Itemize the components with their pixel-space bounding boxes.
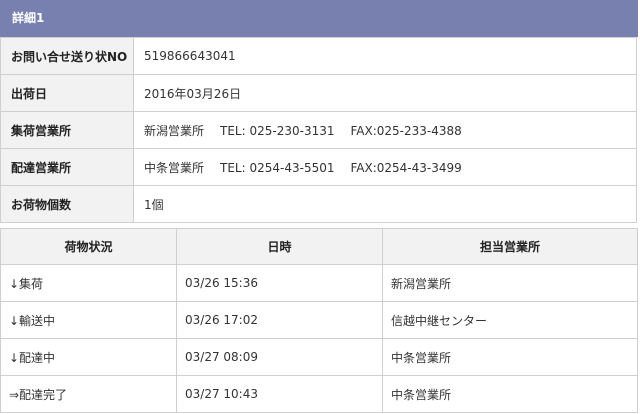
pickup-office-tel: TEL: 025-230-3131 — [220, 123, 335, 138]
table-row: ⇒配達完了 03/27 10:43 中条営業所 — [0, 375, 638, 413]
datetime-cell: 03/26 15:36 — [176, 264, 383, 302]
detail-row-delivery-office: 配達営業所 中条営業所 TEL: 0254-43-5501 FAX:0254-43-… — [0, 148, 637, 186]
shipment-detail-table: お問い合せ送り状NO 519866643041 出荷日 2016年03月26日 … — [0, 37, 637, 223]
delivery-office-value: 中条営業所 TEL: 0254-43-5501 FAX:0254-43-3499 — [133, 148, 637, 186]
ship-date-label: 出荷日 — [0, 74, 134, 112]
status-cell: ↓輸送中 — [0, 301, 177, 339]
detail-row-tracking: お問い合せ送り状NO 519866643041 — [0, 37, 637, 75]
table-row: ↓集荷 03/26 15:36 新潟営業所 — [0, 264, 638, 302]
pickup-office-name: 新潟営業所 — [144, 123, 205, 138]
detail-row-package-count: お荷物個数 1個 — [0, 185, 637, 223]
section-title: 詳細1 — [0, 0, 638, 37]
delivery-office-name: 中条営業所 — [144, 160, 205, 175]
column-header-datetime: 日時 — [176, 228, 383, 265]
pickup-office-value: 新潟営業所 TEL: 025-230-3131 FAX:025-233-4388 — [133, 111, 637, 149]
tracking-status-table: 荷物状況 日時 担当営業所 ↓集荷 03/26 15:36 新潟営業所 ↓輸送中… — [0, 228, 638, 413]
column-header-status: 荷物状況 — [0, 228, 177, 265]
table-row: ↓配達中 03/27 08:09 中条営業所 — [0, 338, 638, 376]
office-cell: 中条営業所 — [382, 375, 638, 413]
tracking-number-value: 519866643041 — [133, 37, 637, 75]
detail-row-ship-date: 出荷日 2016年03月26日 — [0, 74, 637, 112]
datetime-cell: 03/27 10:43 — [176, 375, 383, 413]
table-row: ↓輸送中 03/26 17:02 信越中継センター — [0, 301, 638, 339]
tracking-number-label: お問い合せ送り状NO — [0, 37, 134, 75]
datetime-cell: 03/26 17:02 — [176, 301, 383, 339]
pickup-office-fax: FAX:025-233-4388 — [350, 123, 462, 138]
office-cell: 中条営業所 — [382, 338, 638, 376]
delivery-office-tel: TEL: 0254-43-5501 — [220, 160, 335, 175]
pickup-office-label: 集荷営業所 — [0, 111, 134, 149]
detail-row-pickup-office: 集荷営業所 新潟営業所 TEL: 025-230-3131 FAX:025-233-… — [0, 111, 637, 149]
delivery-office-label: 配達営業所 — [0, 148, 134, 186]
status-cell: ↓配達中 — [0, 338, 177, 376]
datetime-cell: 03/27 08:09 — [176, 338, 383, 376]
status-cell: ⇒配達完了 — [0, 375, 177, 413]
status-table-header: 荷物状況 日時 担当営業所 — [0, 228, 638, 265]
package-count-value: 1個 — [133, 185, 637, 223]
office-cell: 信越中継センター — [382, 301, 638, 339]
status-cell: ↓集荷 — [0, 264, 177, 302]
delivery-office-fax: FAX:0254-43-3499 — [350, 160, 462, 175]
office-cell: 新潟営業所 — [382, 264, 638, 302]
package-count-label: お荷物個数 — [0, 185, 134, 223]
ship-date-value: 2016年03月26日 — [133, 74, 637, 112]
column-header-office: 担当営業所 — [382, 228, 638, 265]
